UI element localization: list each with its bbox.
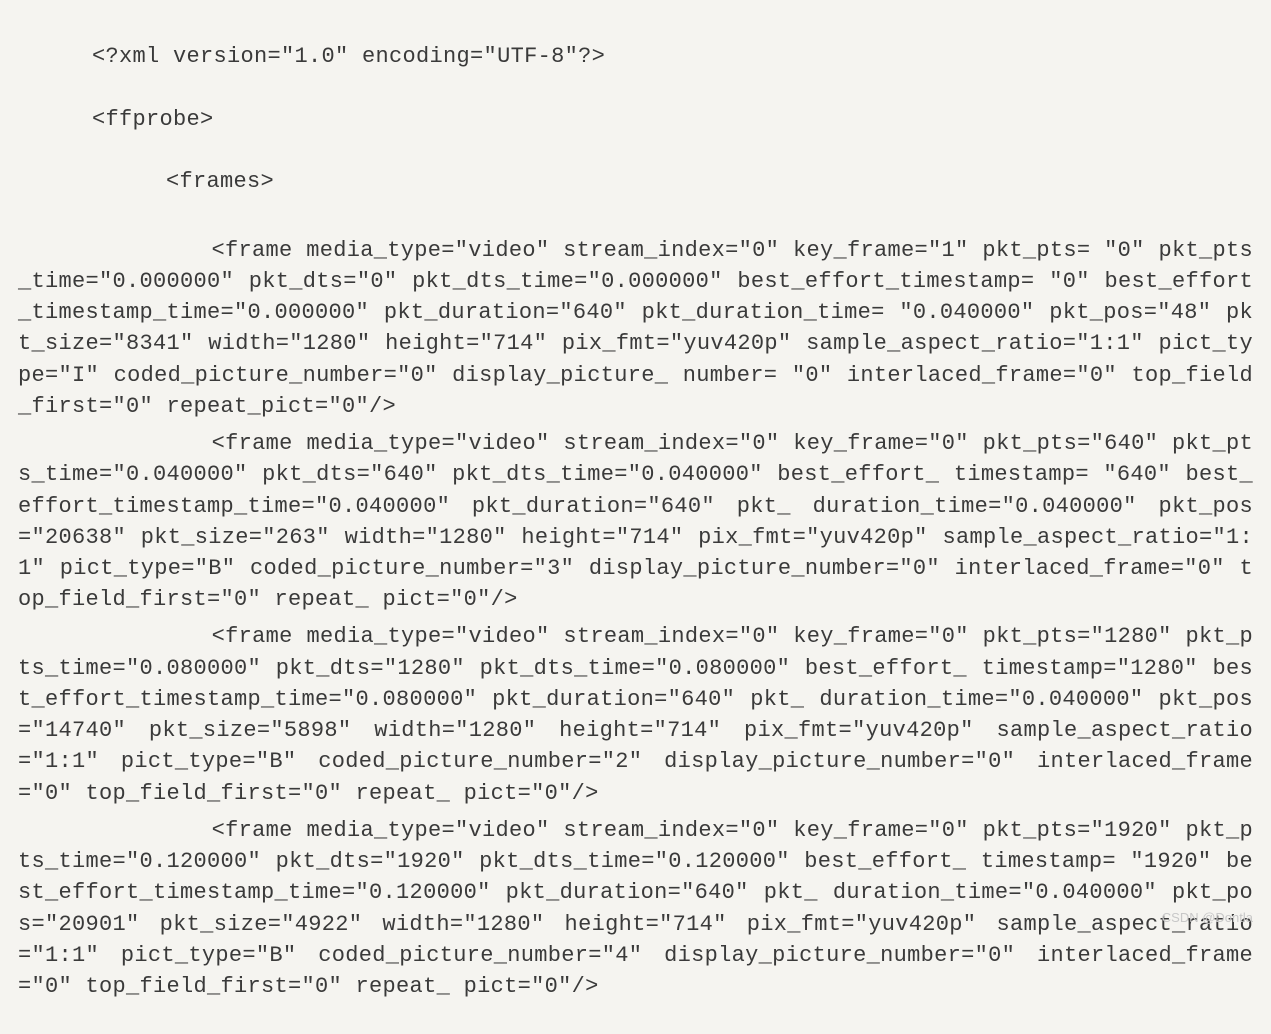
watermark: CSDN @Dontla bbox=[1162, 909, 1253, 927]
frame-element: <frame media_type="video" stream_index="… bbox=[18, 621, 1253, 808]
frames-list: <frame media_type="video" stream_index="… bbox=[18, 235, 1253, 1003]
frame-element: <frame media_type="video" stream_index="… bbox=[18, 235, 1253, 422]
xml-header: <?xml version="1.0" encoding="UTF-8"?> bbox=[18, 41, 1253, 72]
frame-element: <frame media_type="video" stream_index="… bbox=[18, 428, 1253, 615]
frame-element: <frame media_type="video" stream_index="… bbox=[18, 815, 1253, 1002]
ffprobe-open: <ffprobe> bbox=[18, 104, 1253, 135]
frames-open: <frames> bbox=[18, 166, 1253, 197]
xml-document: <?xml version="1.0" encoding="UTF-8"?> <… bbox=[18, 10, 1253, 1034]
